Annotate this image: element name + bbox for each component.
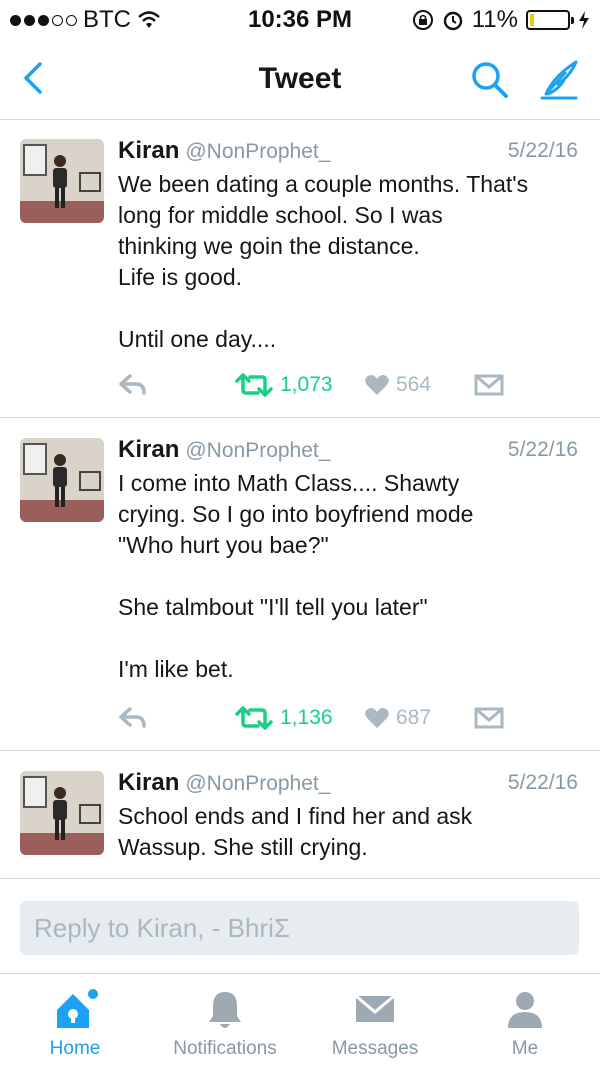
retweet-icon — [235, 373, 273, 397]
like-count: 687 — [396, 706, 432, 729]
author-handle[interactable]: @NonProphet_ — [185, 772, 330, 795]
avatar[interactable] — [20, 438, 104, 522]
like-button[interactable]: 687 — [364, 698, 431, 738]
home-icon — [57, 989, 98, 1028]
avatar[interactable] — [20, 139, 104, 223]
tweet-actions: 1,073 564 — [118, 365, 578, 405]
compose-icon[interactable] — [536, 56, 584, 104]
retweet-button[interactable]: 1,073 — [234, 365, 333, 405]
battery-icon — [526, 10, 574, 30]
heart-icon — [365, 375, 389, 395]
nav-bar: Tweet — [0, 40, 600, 120]
envelope-icon — [355, 994, 395, 1022]
tweet-text: We been dating a couple months. That's l… — [118, 171, 529, 352]
avatar[interactable] — [20, 771, 104, 855]
tweet-1[interactable]: Kiran @NonProphet_ 5/22/16 We been dating… — [0, 121, 600, 418]
tab-messages[interactable]: Messages — [300, 974, 450, 1067]
like-button[interactable]: 564 — [364, 365, 431, 405]
tab-label: Messages — [331, 1038, 419, 1059]
reply-placeholder: Reply to Kiran, - BhriΣ — [34, 913, 290, 943]
person-icon — [508, 992, 542, 1028]
tab-bar: Home Notifications Messages Me — [0, 974, 600, 1067]
envelope-icon — [474, 707, 504, 729]
orientation-lock-icon — [412, 10, 433, 30]
search-icon[interactable] — [468, 58, 512, 102]
reply-icon — [119, 707, 146, 728]
direct-message-button[interactable] — [474, 698, 504, 738]
tab-notifications[interactable]: Notifications — [150, 974, 300, 1067]
battery-percent: 11% — [471, 6, 518, 33]
direct-message-button[interactable] — [474, 365, 504, 405]
like-count: 564 — [396, 373, 432, 396]
tab-label: Notifications — [173, 1038, 277, 1059]
retweet-count: 1,136 — [280, 706, 333, 729]
reply-input[interactable]: Reply to Kiran, - BhriΣ — [20, 901, 579, 955]
tweet-text: School ends and I find her and ask Wassu… — [118, 803, 473, 860]
tweet-date: 5/22/16 — [507, 139, 578, 162]
reply-button[interactable] — [118, 365, 148, 405]
author-name[interactable]: Kiran — [118, 769, 179, 796]
tab-home[interactable]: Home — [0, 974, 150, 1067]
reply-button[interactable] — [118, 698, 148, 738]
retweet-count: 1,073 — [280, 373, 333, 396]
alarm-icon — [443, 11, 462, 31]
tweet-2[interactable]: Kiran @NonProphet_ 5/22/16 I come into Ma… — [0, 418, 600, 751]
tweet-date: 5/22/16 — [507, 771, 578, 794]
reply-icon — [119, 374, 146, 395]
envelope-icon — [474, 374, 504, 396]
tweet-actions: 1,136 687 — [118, 698, 578, 738]
retweet-button[interactable]: 1,136 — [234, 698, 333, 738]
tweet-3[interactable]: Kiran @NonProphet_ 5/22/16 School ends an… — [0, 751, 600, 879]
author-handle[interactable]: @NonProphet_ — [185, 439, 330, 462]
bell-icon — [209, 992, 241, 1028]
tweet-header: Kiran @NonProphet_ 5/22/16 — [118, 137, 578, 167]
tweet-text: I come into Math Class.... Shawty crying… — [118, 470, 474, 682]
charging-icon — [579, 11, 589, 29]
tweet-date: 5/22/16 — [507, 438, 578, 461]
status-right: 11% — [412, 6, 590, 34]
heart-icon — [365, 708, 389, 728]
author-handle[interactable]: @NonProphet_ — [185, 140, 330, 163]
retweet-icon — [235, 706, 273, 730]
tweet-header: Kiran @NonProphet_ 5/22/16 — [118, 769, 578, 799]
tab-me[interactable]: Me — [450, 974, 600, 1067]
tab-label: Home — [49, 1038, 101, 1059]
tab-label: Me — [511, 1038, 539, 1059]
status-bar: BTC 10:36 PM 11% — [0, 0, 600, 40]
author-name[interactable]: Kiran — [118, 436, 179, 463]
tweet-header: Kiran @NonProphet_ 5/22/16 — [118, 436, 578, 466]
author-name[interactable]: Kiran — [118, 137, 179, 164]
